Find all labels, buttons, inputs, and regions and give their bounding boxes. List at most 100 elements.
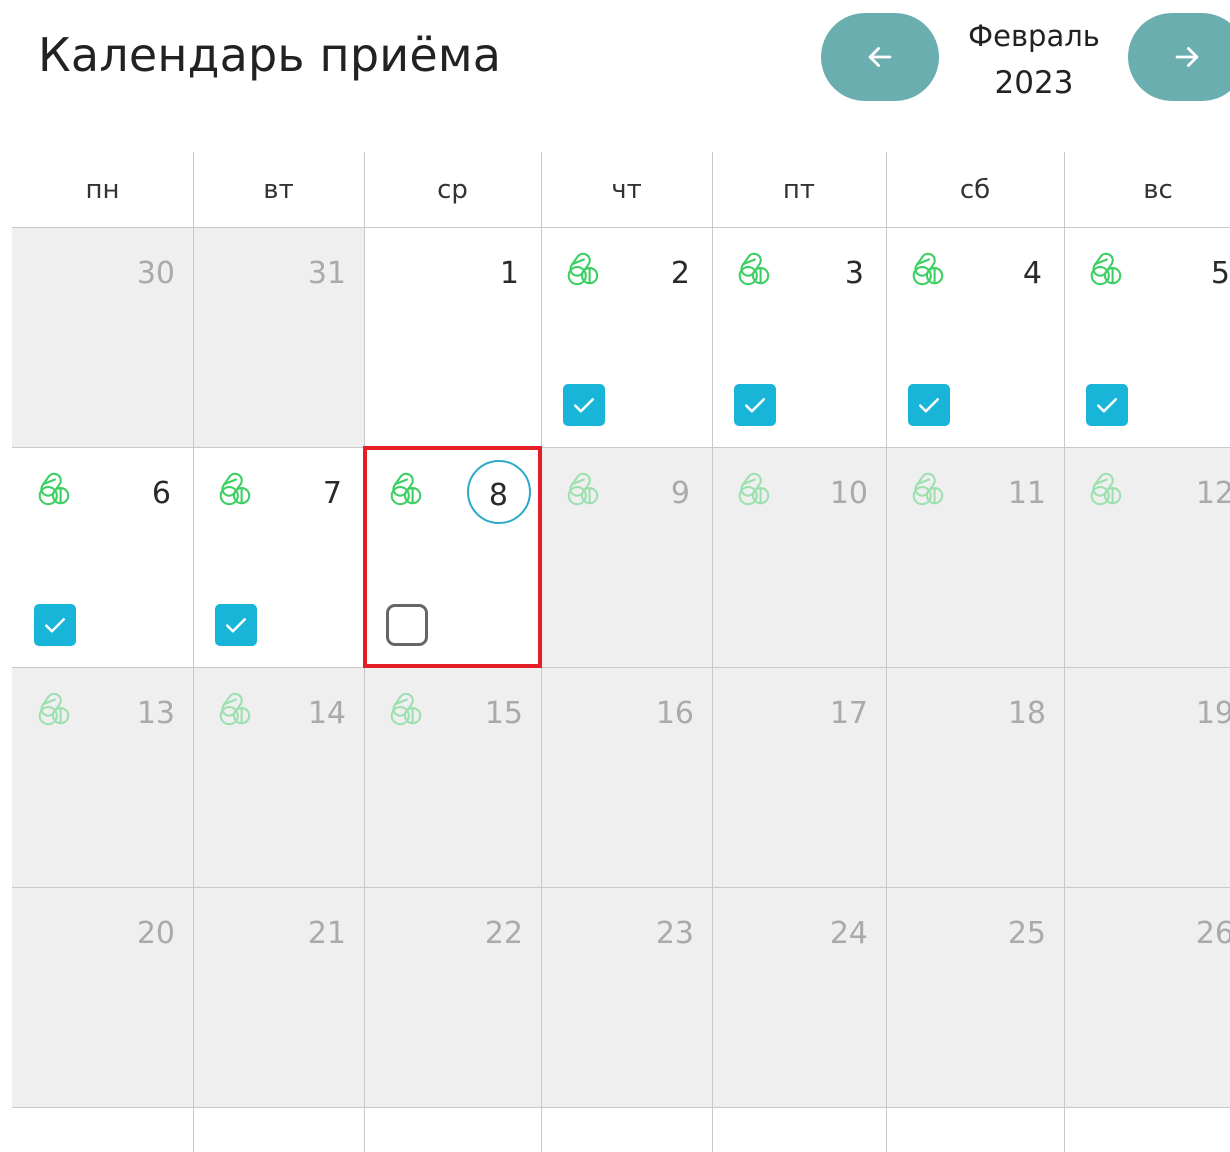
intake-checkbox[interactable] xyxy=(563,384,605,426)
day-number: 3 xyxy=(844,256,864,291)
calendar-grid: пн вт ср чт пт сб вс 30 31 1 2 3 4 5 6 7 8 9 10 11 12 13 14 15 1… xyxy=(12,152,1230,1152)
day-number: 8 xyxy=(488,478,508,513)
day-number: 30 xyxy=(136,256,175,291)
day-cell-31[interactable]: 31 xyxy=(193,227,364,447)
intake-checkbox[interactable] xyxy=(215,604,257,646)
intake-checkbox[interactable] xyxy=(34,604,76,646)
intake-checkbox[interactable] xyxy=(386,604,428,646)
pills-icon xyxy=(38,692,70,726)
day-cell-25[interactable]: 25 xyxy=(886,887,1064,1107)
day-cell-19[interactable]: 19 xyxy=(1064,667,1230,887)
arrow-left-icon xyxy=(868,47,892,67)
day-cell-15[interactable]: 15 xyxy=(364,667,541,887)
day-cell-5[interactable]: 5 xyxy=(1064,227,1230,447)
day-cell-6[interactable]: 6 xyxy=(12,447,193,667)
day-number: 15 xyxy=(484,696,523,731)
grid-line xyxy=(193,152,194,1152)
check-icon xyxy=(745,398,765,413)
day-number: 13 xyxy=(136,696,175,731)
day-cell-2[interactable]: 2 xyxy=(541,227,712,447)
day-number: 21 xyxy=(307,916,346,951)
weekday-header: пн xyxy=(85,174,120,205)
day-cell-14[interactable]: 14 xyxy=(193,667,364,887)
day-number: 14 xyxy=(307,696,346,731)
arrow-right-icon xyxy=(1175,47,1199,67)
day-cell-18[interactable]: 18 xyxy=(886,667,1064,887)
day-cell-12[interactable]: 12 xyxy=(1064,447,1230,667)
day-number: 17 xyxy=(829,696,868,731)
pills-icon xyxy=(912,252,944,286)
pills-icon xyxy=(219,472,251,506)
day-number: 19 xyxy=(1195,696,1230,731)
intake-checkbox[interactable] xyxy=(734,384,776,426)
intake-checkbox[interactable] xyxy=(908,384,950,426)
day-number: 11 xyxy=(1007,476,1046,511)
next-month-button[interactable] xyxy=(1128,13,1230,101)
day-cell-20[interactable]: 20 xyxy=(12,887,193,1107)
day-number: 1 xyxy=(499,256,519,291)
day-number: 31 xyxy=(307,256,346,291)
day-cell-23[interactable]: 23 xyxy=(541,887,712,1107)
check-icon xyxy=(1097,398,1117,413)
grid-line xyxy=(1064,152,1065,1152)
day-cell-9[interactable]: 9 xyxy=(541,447,712,667)
day-cell-13[interactable]: 13 xyxy=(12,667,193,887)
weekday-header: чт xyxy=(611,174,642,205)
prev-month-button[interactable] xyxy=(821,13,939,101)
grid-line xyxy=(12,887,1230,888)
pills-icon xyxy=(390,472,422,506)
month-year-label: Февраль 2023 xyxy=(945,14,1123,105)
grid-line xyxy=(364,152,365,1152)
day-cell-16[interactable]: 16 xyxy=(541,667,712,887)
weekday-header: вт xyxy=(263,174,294,205)
pills-icon xyxy=(1090,252,1122,286)
day-cell-7[interactable]: 7 xyxy=(193,447,364,667)
grid-line xyxy=(541,152,542,1152)
grid-line xyxy=(886,152,887,1152)
day-cell-11[interactable]: 11 xyxy=(886,447,1064,667)
day-number: 5 xyxy=(1210,256,1230,291)
day-cell-21[interactable]: 21 xyxy=(193,887,364,1107)
day-number: 12 xyxy=(1195,476,1230,511)
day-cell-10[interactable]: 10 xyxy=(712,447,886,667)
pills-icon xyxy=(390,692,422,726)
weekday-header: ср xyxy=(437,174,468,205)
day-number: 24 xyxy=(829,916,868,951)
day-cell-24[interactable]: 24 xyxy=(712,887,886,1107)
day-cell-3[interactable]: 3 xyxy=(712,227,886,447)
grid-line xyxy=(712,152,713,1152)
day-cell-22[interactable]: 22 xyxy=(364,887,541,1107)
day-number: 10 xyxy=(829,476,868,511)
pills-icon xyxy=(567,472,599,506)
year: 2023 xyxy=(994,65,1074,101)
intake-checkbox[interactable] xyxy=(1086,384,1128,426)
day-cell-1[interactable]: 1 xyxy=(364,227,541,447)
day-cell-8[interactable]: 8 xyxy=(364,447,541,667)
day-number: 2 xyxy=(670,256,690,291)
check-icon xyxy=(45,618,65,633)
pills-icon xyxy=(38,472,70,506)
day-number: 20 xyxy=(136,916,175,951)
day-cell-4[interactable]: 4 xyxy=(886,227,1064,447)
grid-line xyxy=(12,227,1230,228)
month-name: Февраль xyxy=(968,19,1100,53)
day-number: 9 xyxy=(670,476,690,511)
day-number: 16 xyxy=(655,696,694,731)
pills-icon xyxy=(738,472,770,506)
day-number: 6 xyxy=(151,476,171,511)
day-number: 18 xyxy=(1007,696,1046,731)
day-cell-17[interactable]: 17 xyxy=(712,667,886,887)
weekday-header: пт xyxy=(782,174,816,205)
day-cell-30[interactable]: 30 xyxy=(12,227,193,447)
day-cell-26[interactable]: 26 xyxy=(1064,887,1230,1107)
pills-icon xyxy=(738,252,770,286)
weekday-header: вс xyxy=(1143,174,1173,205)
pills-icon xyxy=(567,252,599,286)
day-number: 26 xyxy=(1195,916,1230,951)
day-number: 25 xyxy=(1007,916,1046,951)
day-number: 7 xyxy=(322,476,342,511)
weekday-header: сб xyxy=(959,174,991,205)
check-icon xyxy=(226,618,246,633)
check-icon xyxy=(574,398,594,413)
grid-line xyxy=(12,447,1230,448)
